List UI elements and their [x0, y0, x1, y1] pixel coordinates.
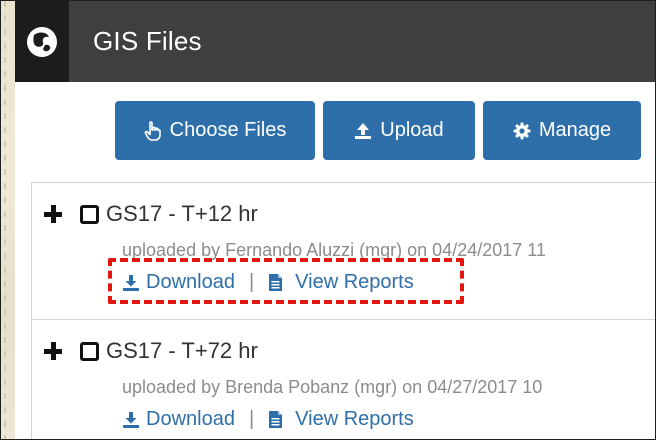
download-icon: [123, 411, 139, 428]
view-reports-link[interactable]: View Reports: [268, 408, 414, 431]
download-label: Download: [146, 271, 235, 293]
download-icon: [123, 274, 139, 291]
choose-files-label: Choose Files: [169, 119, 287, 141]
logo: [15, 1, 69, 82]
file-upload-info: uploaded by Brenda Pobanz (mgr) on 04/27…: [122, 377, 543, 397]
file-name: GS17 - T+72 hr: [106, 338, 258, 363]
file-list: GS17 - T+12 hr uploaded by Fernando Aluz…: [31, 182, 655, 439]
view-reports-label: View Reports: [295, 408, 414, 430]
expand-plus-icon[interactable]: [44, 205, 62, 223]
file-item: GS17 - T+12 hr uploaded by Fernando Aluz…: [32, 183, 655, 320]
globe-logo-icon: [27, 26, 57, 57]
panel-header: GIS Files: [15, 1, 655, 82]
gis-files-panel: GIS Files Choose Files Upload Manage GS1…: [0, 0, 656, 440]
hand-pointer-icon: [144, 120, 161, 141]
file-checkbox[interactable]: [80, 341, 99, 361]
document-icon: [269, 411, 283, 428]
gear-icon: [513, 122, 531, 139]
download-label: Download: [146, 408, 235, 430]
manage-label: Manage: [538, 119, 612, 141]
view-reports-link[interactable]: View Reports: [268, 271, 414, 294]
file-actions: Download | View Reports: [122, 408, 414, 431]
panel-title: GIS Files: [93, 26, 202, 56]
file-name: GS17 - T+12 hr: [106, 201, 258, 226]
toolbar: Choose Files Upload Manage: [115, 101, 641, 160]
file-upload-info: uploaded by Fernando Aluzzi (mgr) on 04/…: [122, 240, 546, 260]
upload-button[interactable]: Upload: [323, 101, 475, 160]
file-checkbox[interactable]: [80, 204, 99, 224]
file-actions: Download | View Reports: [108, 258, 464, 304]
document-icon: [269, 274, 283, 291]
link-separator: |: [248, 271, 255, 293]
map-background: [1, 1, 15, 439]
download-link[interactable]: Download: [122, 271, 235, 294]
file-item-header: GS17 - T+12 hr: [44, 201, 258, 227]
upload-label: Upload: [380, 119, 444, 141]
upload-icon: [355, 122, 372, 139]
expand-plus-icon[interactable]: [44, 342, 62, 360]
panel-body: Choose Files Upload Manage GS17 - T+12 h…: [15, 82, 655, 439]
file-item: GS17 - T+72 hr uploaded by Brenda Pobanz…: [32, 320, 655, 439]
link-separator: |: [248, 408, 255, 430]
view-reports-label: View Reports: [295, 271, 414, 293]
download-link[interactable]: Download: [122, 408, 235, 431]
choose-files-button[interactable]: Choose Files: [115, 101, 315, 160]
file-item-header: GS17 - T+72 hr: [44, 338, 258, 364]
manage-button[interactable]: Manage: [483, 101, 641, 160]
